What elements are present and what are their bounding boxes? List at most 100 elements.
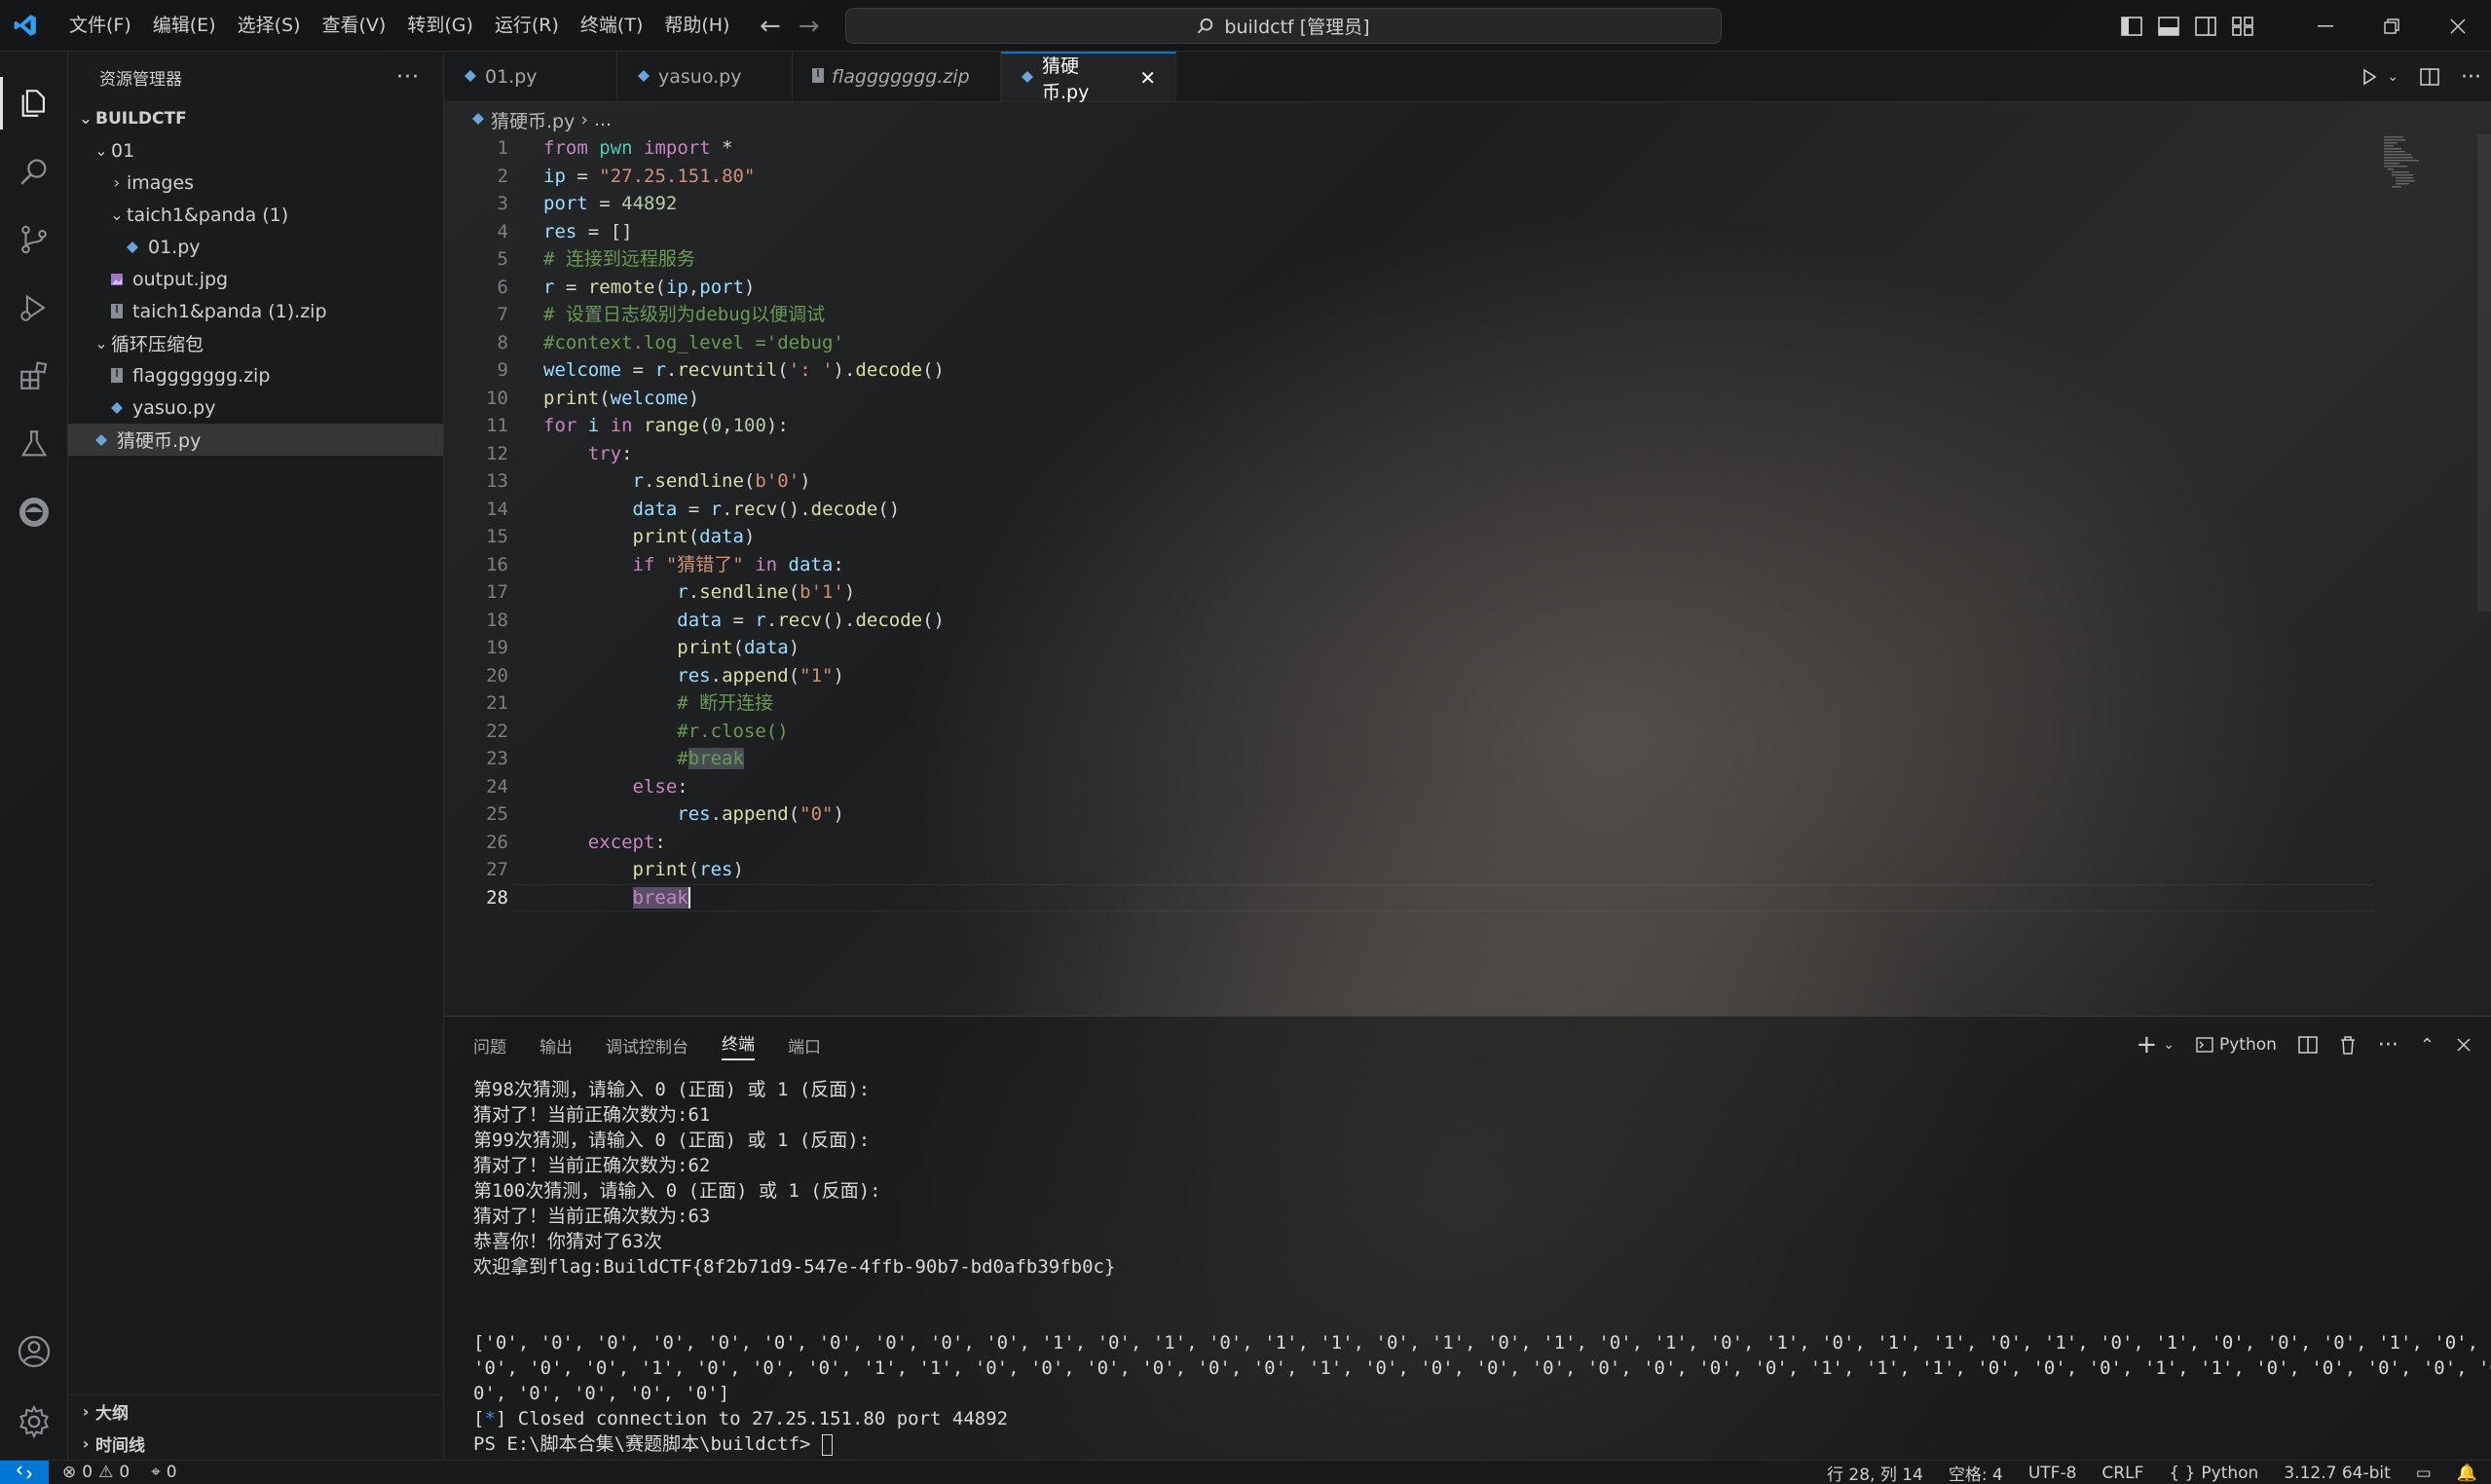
panel-tab-2[interactable]: 调试控制台 xyxy=(606,1033,688,1057)
settings-gear-icon[interactable] xyxy=(0,1388,68,1456)
code-line-17[interactable]: r.sendline(b'1') xyxy=(543,578,2374,607)
code-line-13[interactable]: r.sendline(b'0') xyxy=(543,467,2374,496)
terminal-output[interactable]: 第98次猜测，请输入 0 (正面) 或 1 (反面): 猜对了！当前正确次数为:6… xyxy=(473,1077,2491,1457)
encoding[interactable]: UTF-8 xyxy=(2028,1464,2077,1483)
code-line-10[interactable]: print(welcome) xyxy=(543,385,2374,413)
run-debug-icon[interactable] xyxy=(0,274,68,342)
tree-item-4[interactable]: output.jpg xyxy=(68,263,443,295)
remote-explorer-icon[interactable] xyxy=(0,478,68,546)
panel-tab-0[interactable]: 问题 xyxy=(473,1033,506,1057)
editor-scrollbar[interactable] xyxy=(2477,134,2491,612)
run-python-file-icon[interactable] xyxy=(2360,67,2379,87)
restore-button[interactable] xyxy=(2359,0,2425,52)
code-editor[interactable]: 1 2 3 4 5 6 7 8 9 10 11 12 13 14 15 16 17 18 19 20 21 22 23 24 2… xyxy=(444,134,2491,1016)
indentation[interactable]: 空格: 4 xyxy=(1949,1461,2003,1484)
end-of-line[interactable]: CRLF xyxy=(2101,1464,2143,1483)
tree-item-2[interactable]: ⌄ taich1&panda (1) xyxy=(68,199,443,231)
breadcrumb-file[interactable]: 猜硬币.py xyxy=(491,107,575,133)
panel-tab-1[interactable]: 输出 xyxy=(539,1033,573,1057)
tree-item-8[interactable]: yasuo.py xyxy=(68,391,443,424)
code-line-25[interactable]: res.append("0") xyxy=(543,800,2374,829)
source-control-icon[interactable] xyxy=(0,205,68,274)
account-icon[interactable] xyxy=(0,1317,68,1386)
file-icon[interactable]: ▭ xyxy=(2416,1464,2432,1483)
code-line-3[interactable]: port = 44892 xyxy=(543,190,2374,218)
code-line-24[interactable]: else: xyxy=(543,773,2374,801)
code-line-9[interactable]: welcome = r.recvuntil(': ').decode() xyxy=(543,356,2374,385)
close-tab-icon[interactable]: ✕ xyxy=(1139,66,1156,90)
menu-item-3[interactable]: 查看(V) xyxy=(312,0,397,52)
code-line-11[interactable]: for i in range(0,100): xyxy=(543,412,2374,440)
command-center[interactable]: buildctf [管理员] xyxy=(845,8,1722,44)
python-interpreter[interactable]: 3.12.7 64-bit xyxy=(2284,1464,2390,1483)
notifications-bell-icon[interactable]: 🔔 xyxy=(2457,1464,2477,1483)
code-line-26[interactable]: except: xyxy=(543,829,2374,857)
language-mode[interactable]: { } Python xyxy=(2169,1464,2258,1483)
code-line-28[interactable]: break xyxy=(543,884,2374,912)
extensions-icon[interactable] xyxy=(0,342,68,410)
panel-tab-3[interactable]: 终端 xyxy=(722,1030,755,1060)
remote-indicator[interactable] xyxy=(0,1460,49,1484)
timeline-section[interactable]: › 时间线 xyxy=(68,1428,444,1460)
outline-section[interactable]: › 大纲 xyxy=(68,1395,444,1428)
maximize-panel-icon[interactable]: ⌃ xyxy=(2420,1035,2435,1056)
close-window-button[interactable] xyxy=(2425,0,2491,52)
tree-item-3[interactable]: 01.py xyxy=(68,231,443,263)
menu-item-5[interactable]: 运行(R) xyxy=(484,0,570,52)
back-arrow-icon[interactable]: ← xyxy=(760,12,781,41)
explorer-icon[interactable] xyxy=(0,69,68,137)
code-line-1[interactable]: from pwn import * xyxy=(543,134,2374,163)
customize-layout-icon[interactable] xyxy=(2232,16,2253,36)
code-line-12[interactable]: try: xyxy=(543,440,2374,468)
code-content[interactable]: from pwn import * ip = "27.25.151.80" port… xyxy=(543,134,2374,911)
code-line-5[interactable]: # 连接到远程服务 xyxy=(543,245,2374,274)
editor-tab-2[interactable]: flaggggggg.zip xyxy=(793,52,1001,102)
menu-item-1[interactable]: 编辑(E) xyxy=(142,0,227,52)
code-line-2[interactable]: ip = "27.25.151.80" xyxy=(543,163,2374,191)
panel-tab-4[interactable]: 端口 xyxy=(788,1033,821,1057)
code-line-8[interactable]: #context.log_level ='debug' xyxy=(543,329,2374,357)
breadcrumb-rest[interactable]: ... xyxy=(594,109,612,130)
code-line-21[interactable]: # 断开连接 xyxy=(543,689,2374,718)
split-editor-icon[interactable] xyxy=(2420,67,2439,87)
chevron-down-icon[interactable]: ⌄ xyxy=(2387,69,2398,85)
close-panel-icon[interactable] xyxy=(2456,1037,2472,1053)
menu-item-0[interactable]: 文件(F) xyxy=(58,0,142,52)
new-terminal-icon[interactable]: + xyxy=(2136,1030,2157,1059)
toggle-panel-icon[interactable] xyxy=(2158,16,2179,36)
code-line-14[interactable]: data = r.recv().decode() xyxy=(543,496,2374,524)
tree-item-6[interactable]: ⌄ 循环压缩包 xyxy=(68,327,443,359)
problems-indicator[interactable]: ⊗ 0 ⚠ 0 xyxy=(62,1463,130,1482)
tree-item-1[interactable]: › images xyxy=(68,167,443,199)
more-actions-icon[interactable]: ··· xyxy=(2378,1033,2398,1057)
menu-item-7[interactable]: 帮助(H) xyxy=(653,0,740,52)
code-line-4[interactable]: res = [] xyxy=(543,218,2374,246)
kill-terminal-trash-icon[interactable] xyxy=(2339,1035,2357,1055)
code-line-20[interactable]: res.append("1") xyxy=(543,662,2374,690)
menu-item-4[interactable]: 转到(G) xyxy=(396,0,484,52)
code-line-16[interactable]: if "猜错了" in data: xyxy=(543,551,2374,579)
chevron-down-icon[interactable]: ⌄ xyxy=(2163,1037,2175,1053)
editor-tab-1[interactable]: yasuo.py xyxy=(617,52,793,102)
minimize-button[interactable] xyxy=(2292,0,2359,52)
toggle-secondary-sidebar-icon[interactable] xyxy=(2195,16,2216,36)
code-line-15[interactable]: print(data) xyxy=(543,523,2374,551)
code-line-6[interactable]: r = remote(ip,port) xyxy=(543,274,2374,302)
tree-item-0[interactable]: ⌄ 01 xyxy=(68,134,443,167)
menu-item-2[interactable]: 选择(S) xyxy=(227,0,312,52)
code-line-18[interactable]: data = r.recv().decode() xyxy=(543,607,2374,635)
more-actions-icon[interactable]: ··· xyxy=(396,65,420,90)
menu-item-6[interactable]: 终端(T) xyxy=(570,0,653,52)
split-terminal-icon[interactable] xyxy=(2298,1035,2318,1055)
tree-item-5[interactable]: taich1&panda (1).zip xyxy=(68,295,443,327)
code-line-7[interactable]: # 设置日志级别为debug以便调试 xyxy=(543,301,2374,329)
testing-icon[interactable] xyxy=(0,410,68,478)
workspace-root[interactable]: ⌄ BUILDCTF xyxy=(68,102,443,134)
editor-tab-3[interactable]: 猜硬币.py ✕ xyxy=(1001,52,1176,103)
ports-indicator[interactable]: ⌖ 0 xyxy=(151,1463,176,1482)
code-line-22[interactable]: #r.close() xyxy=(543,718,2374,746)
minimap[interactable] xyxy=(2384,134,2472,193)
forward-arrow-icon[interactable]: → xyxy=(799,12,820,41)
toggle-primary-sidebar-icon[interactable] xyxy=(2121,16,2142,36)
editor-tab-0[interactable]: 01.py xyxy=(444,52,617,102)
